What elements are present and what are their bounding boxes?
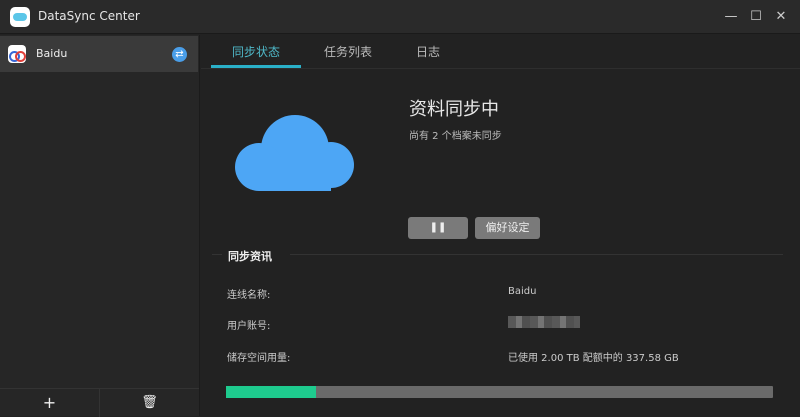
tab-sync-status[interactable]: 同步状态 bbox=[232, 43, 280, 60]
close-button[interactable]: ✕ bbox=[772, 8, 790, 26]
active-tab-indicator bbox=[211, 65, 301, 68]
tab-log[interactable]: 日志 bbox=[416, 43, 440, 60]
window-title: DataSync Center bbox=[38, 9, 140, 23]
tab-bar: 同步状态 任务列表 日志 bbox=[201, 35, 800, 69]
sync-icon: ⇄ bbox=[172, 47, 187, 62]
connection-name-label: 连线名称: bbox=[227, 290, 271, 301]
add-button[interactable]: + bbox=[0, 389, 99, 417]
user-account-label: 用户账号: bbox=[227, 321, 271, 332]
tab-task-list[interactable]: 任务列表 bbox=[324, 43, 372, 60]
preferences-button[interactable]: 偏好设定 bbox=[475, 217, 540, 239]
storage-usage-label: 储存空间用量: bbox=[227, 353, 291, 364]
delete-button[interactable]: 🗑 bbox=[100, 389, 199, 417]
app-logo-icon bbox=[10, 7, 30, 27]
pause-button[interactable]: ❚❚ bbox=[408, 217, 468, 239]
baidu-icon bbox=[8, 45, 26, 63]
storage-progress-fill bbox=[226, 386, 317, 398]
storage-progress-bar bbox=[226, 386, 773, 398]
sidebar-footer: + 🗑 bbox=[0, 388, 199, 417]
sidebar-item-label: Baidu bbox=[36, 47, 68, 60]
divider bbox=[212, 254, 222, 255]
section-title: 同步资讯 bbox=[228, 250, 272, 263]
sync-status-title: 资料同步中 bbox=[409, 99, 499, 120]
title-bar: DataSync Center — ☐ ✕ bbox=[0, 0, 800, 34]
maximize-button[interactable]: ☐ bbox=[747, 8, 765, 26]
minimize-button[interactable]: — bbox=[722, 8, 740, 26]
divider bbox=[290, 254, 783, 255]
sidebar-item-baidu[interactable]: Baidu ⇄ bbox=[0, 36, 198, 72]
connection-name-value: Baidu bbox=[508, 286, 537, 297]
sidebar: Baidu ⇄ + 🗑 bbox=[0, 35, 200, 417]
cloud-icon bbox=[235, 115, 354, 191]
storage-usage-value: 已使用 2.00 TB 配额中的 337.58 GB bbox=[508, 353, 679, 364]
sync-status-subtitle: 尚有 2 个档案未同步 bbox=[409, 131, 502, 142]
user-account-value-redacted bbox=[508, 316, 580, 328]
